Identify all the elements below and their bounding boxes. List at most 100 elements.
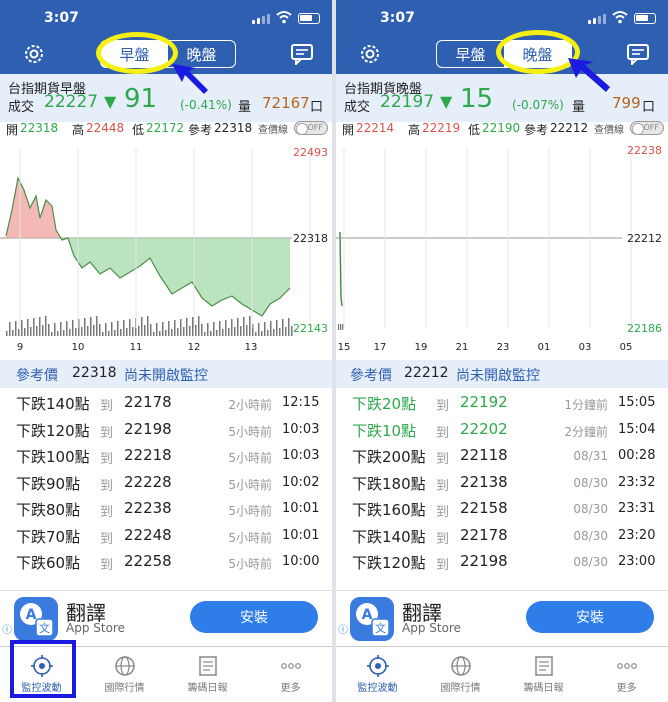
ad-banner[interactable]: ⓘ A文 翻譯 App Store 安裝 — [0, 590, 332, 646]
alert-time: 23:32 — [618, 474, 656, 490]
monitor-status[interactable]: 尚未開啟監控 — [456, 365, 540, 385]
alert-row[interactable]: 下跌80點 到 22238 5小時前 10:01 — [0, 496, 332, 523]
message-icon[interactable] — [290, 43, 314, 65]
volume-bar — [93, 325, 95, 336]
percent-change: (-0.07%) — [512, 98, 564, 112]
below-ref-area — [60, 238, 290, 316]
alert-list[interactable]: 下跌20點到 22192 1分鐘前 15:05 下跌10點到 22202 2分鐘前 15:04… — [336, 390, 668, 590]
volume-bar — [338, 324, 340, 330]
volume-bar — [12, 330, 14, 336]
tab-more[interactable]: 更多 — [249, 647, 332, 702]
volume-bar — [177, 328, 179, 336]
volume-bar — [90, 317, 92, 336]
volume-bar — [30, 327, 32, 336]
x-tick: 01 — [538, 342, 551, 353]
alert-row[interactable]: 下跌120點到 22198 5小時前 10:03 — [0, 417, 332, 444]
alert-row[interactable]: 下跌100點到 22218 5小時前 10:03 — [0, 443, 332, 470]
alert-row[interactable]: 下跌10點 到 22202 2分鐘前 15:04 — [336, 417, 668, 444]
volume-bar — [288, 318, 290, 336]
volume-bar — [138, 326, 140, 336]
alert-target-price: 22138 — [460, 472, 508, 491]
install-button[interactable]: 安裝 — [190, 601, 318, 633]
alert-elapsed: 2小時前 — [228, 398, 272, 412]
alert-row[interactable]: 下跌60點 到 22258 5小時前 10:00 — [0, 549, 332, 576]
high-label: 高 — [72, 123, 85, 137]
alert-row[interactable]: 下跌180點到 22138 08/30 23:32 — [336, 470, 668, 497]
price-change: 91 — [124, 84, 158, 114]
low-value: 22172 — [146, 121, 185, 135]
volume-value: 72167 — [262, 94, 310, 112]
gear-icon[interactable] — [22, 42, 46, 66]
alert-row[interactable]: 下跌120點到 22198 08/30 23:00 — [336, 549, 668, 576]
alert-row[interactable]: 下跌140點到 22178 08/30 23:20 — [336, 523, 668, 550]
x-tick: 19 — [415, 342, 428, 353]
tab-label: 國際行情 — [104, 683, 145, 694]
tab-day-session[interactable]: 早盤 — [437, 41, 504, 67]
intraday-chart: 22238 22212 22186 15 17 19 21 23 01 03 0… — [336, 144, 662, 353]
volume-bar — [147, 316, 149, 336]
volume-bar — [126, 328, 128, 336]
tab-chip-report[interactable]: 籌碼日報 — [502, 647, 585, 702]
tab-label: 籌碼日報 — [187, 683, 228, 694]
bottom-tab-bar: 監控波動 國際行情 籌碼日報 更多 — [336, 646, 668, 702]
tab-more[interactable]: 更多 — [585, 647, 668, 702]
ref-price-value: 22318 — [72, 365, 117, 381]
volume-bar — [57, 331, 59, 336]
alert-time: 10:03 — [282, 421, 320, 437]
volume-bar — [270, 321, 272, 336]
tab-international[interactable]: 國際行情 — [83, 647, 166, 702]
price-line-toggle[interactable]: OFF — [294, 121, 328, 135]
volume-bar — [192, 317, 194, 336]
price-line-toggle[interactable]: OFF — [630, 121, 664, 135]
alert-description: 下跌120點 — [16, 421, 90, 440]
alert-description: 下跌10點 — [352, 421, 417, 440]
ad-banner[interactable]: ⓘ A文 翻譯 App Store 安裝 — [336, 590, 668, 646]
volume-bar — [141, 317, 143, 336]
monitor-status[interactable]: 尚未開啟監控 — [124, 365, 208, 385]
ad-subtitle: App Store — [402, 621, 461, 635]
volume-bar — [249, 316, 251, 336]
volume-bar — [120, 329, 122, 336]
open-label: 開 — [342, 123, 355, 137]
volume-bar — [33, 318, 35, 336]
alert-elapsed: 08/30 — [573, 502, 608, 516]
volume-bar — [213, 322, 215, 336]
newspaper-icon — [198, 656, 217, 676]
last-price: 22227 — [44, 92, 99, 112]
tab-label: 國際行情 — [440, 683, 481, 694]
volume-bar — [228, 328, 230, 336]
svg-text:文: 文 — [39, 621, 50, 635]
volume-bar — [84, 318, 86, 336]
message-icon[interactable] — [626, 43, 650, 65]
alert-list[interactable]: 下跌140點到 22178 2小時前 12:15 下跌120點到 22198 5小時前 10:… — [0, 390, 332, 590]
alert-target-price: 22218 — [124, 446, 172, 464]
install-button[interactable]: 安裝 — [526, 601, 654, 633]
open-value: 22318 — [20, 121, 59, 135]
price-line-label: 查價線 — [258, 125, 288, 136]
volume-bar — [267, 330, 269, 336]
alert-target-price: 22192 — [460, 393, 508, 411]
alert-elapsed: 5小時前 — [228, 530, 272, 545]
ad-info-icon[interactable]: ⓘ — [2, 621, 12, 636]
alert-row[interactable]: 下跌140點到 22178 2小時前 12:15 — [0, 390, 332, 417]
tab-international[interactable]: 國際行情 — [419, 647, 502, 702]
volume-bar — [279, 328, 281, 336]
alert-target-price: 22248 — [124, 525, 172, 544]
gear-icon[interactable] — [358, 42, 382, 66]
highlight-box — [10, 640, 76, 698]
volume-bar — [261, 331, 263, 336]
y-tick-ref: 22318 — [293, 232, 328, 245]
tab-chip-report[interactable]: 籌碼日報 — [166, 647, 249, 702]
alert-row[interactable]: 下跌160點到 22158 08/30 23:31 — [336, 496, 668, 523]
alert-row[interactable]: 下跌200點到 22118 08/31 00:28 — [336, 443, 668, 470]
volume-bar — [264, 322, 266, 336]
alert-description: 下跌70點 — [16, 527, 81, 546]
ad-info-icon[interactable]: ⓘ — [338, 621, 348, 636]
tab-monitor[interactable]: 監控波動 — [336, 647, 419, 702]
alert-row[interactable]: 下跌70點 到 22248 5小時前 10:01 — [0, 523, 332, 550]
alert-row[interactable]: 下跌90點 到 22228 5小時前 10:02 — [0, 470, 332, 497]
clock: 3:07 — [44, 10, 79, 26]
alert-row[interactable]: 下跌20點 到 22192 1分鐘前 15:05 — [336, 390, 668, 417]
volume-bar — [75, 328, 77, 336]
low-label: 低 — [468, 123, 481, 137]
